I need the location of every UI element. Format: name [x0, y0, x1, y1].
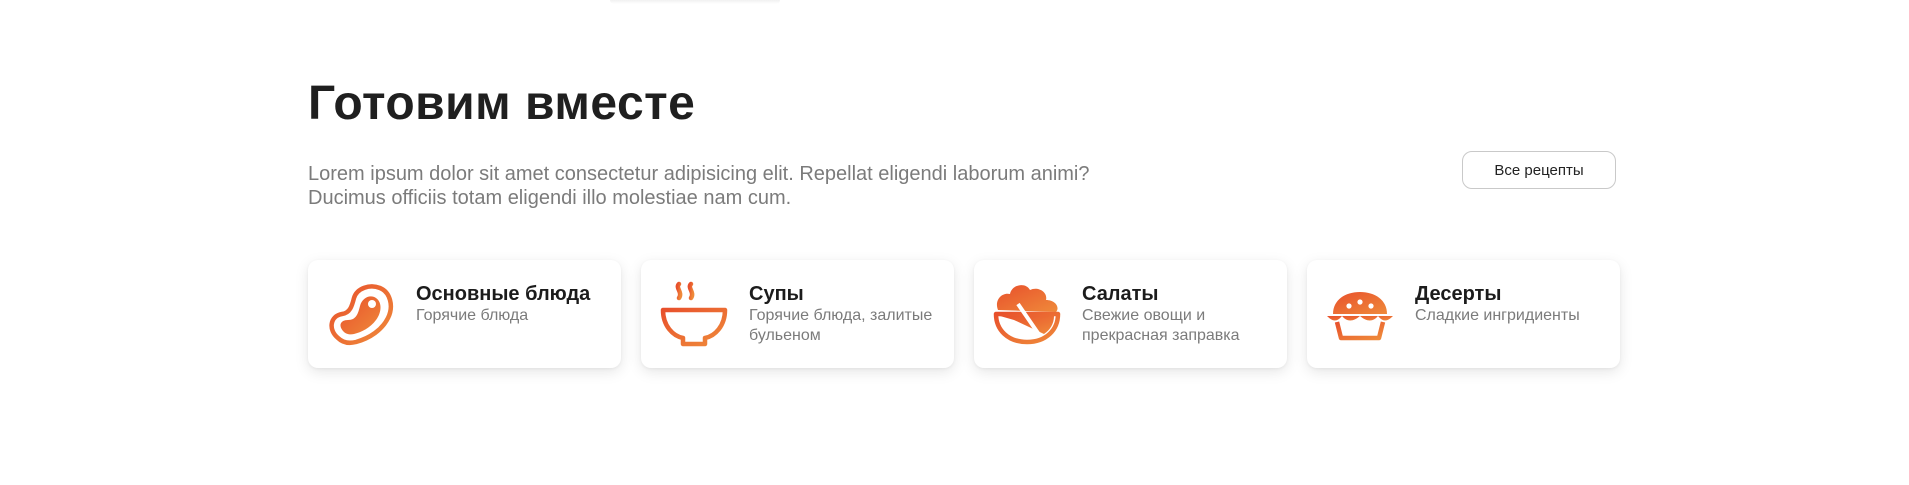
steak-icon	[326, 280, 396, 350]
category-name: Десерты	[1415, 283, 1502, 305]
category-card-soups[interactable]: Супы Горячие блюда, залитые бульеном	[641, 260, 954, 368]
pie-icon	[1325, 280, 1395, 350]
category-subtitle: Горячие блюда, залитые бульеном	[749, 307, 933, 344]
category-cards: Основные блюда Горячие блюда Супы Горячи…	[308, 260, 1620, 368]
section-title: Готовим вместе	[308, 77, 696, 130]
category-card-main-dishes[interactable]: Основные блюда Горячие блюда	[308, 260, 621, 368]
salad-bowl-icon	[992, 280, 1062, 350]
category-subtitle: Горячие блюда	[416, 307, 529, 324]
section-description: Lorem ipsum dolor sit amet consectetur a…	[308, 163, 1090, 209]
category-card-desserts[interactable]: Десерты Сладкие ингридиенты	[1307, 260, 1620, 368]
category-name: Основные блюда	[416, 283, 591, 305]
category-subtitle: Сладкие ингридиенты	[1415, 307, 1580, 324]
category-name: Салаты	[1082, 283, 1159, 305]
all-recipes-button[interactable]: Все рецепты	[1462, 151, 1616, 189]
category-card-salads[interactable]: Салаты Свежие овощи и прекрасная заправк…	[974, 260, 1287, 368]
category-subtitle: Свежие овощи и прекрасная заправка	[1082, 307, 1240, 344]
cook-together-section: Готовим вместе Lorem ipsum dolor sit ame…	[308, 0, 1620, 485]
soup-bowl-icon	[659, 280, 729, 350]
category-name: Супы	[749, 283, 804, 305]
